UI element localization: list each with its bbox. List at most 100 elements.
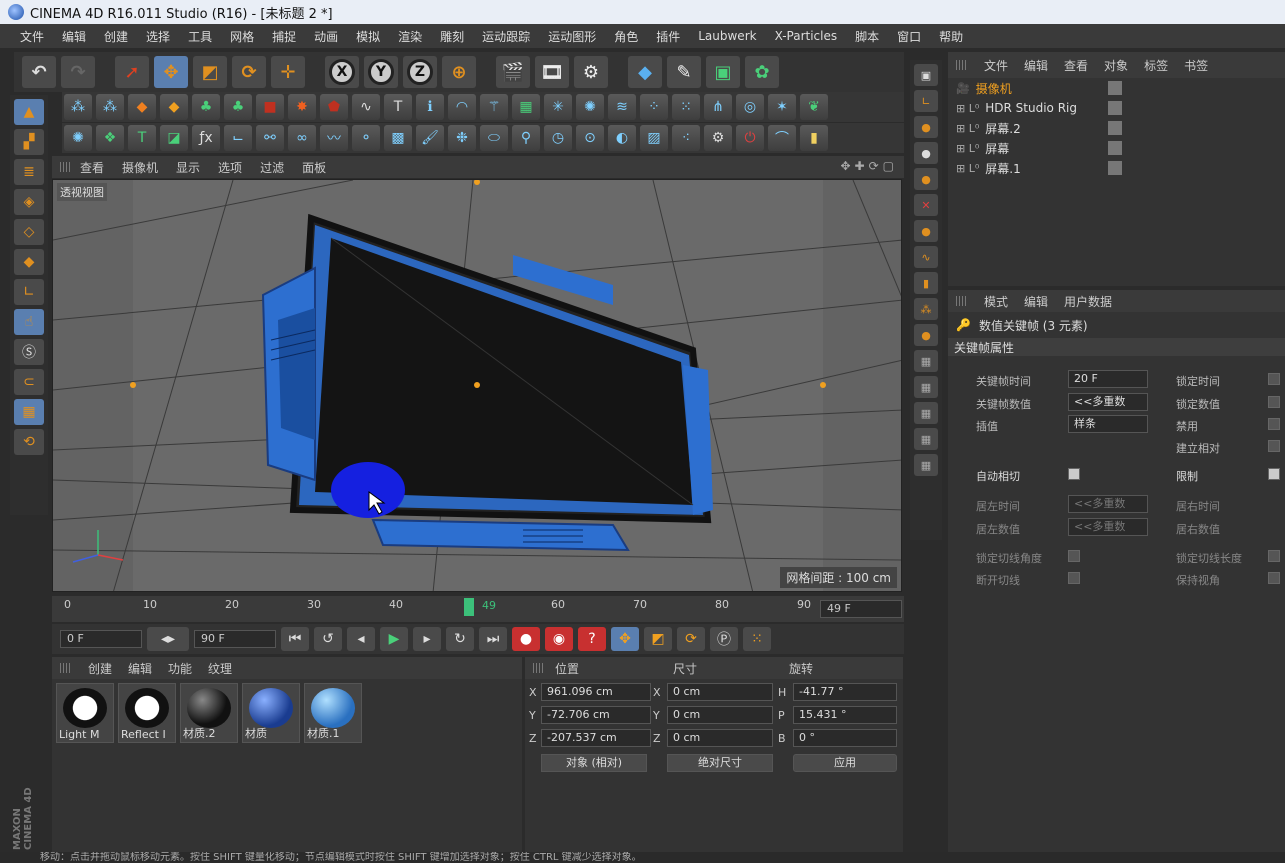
hook-icon[interactable]: ⌒ bbox=[768, 125, 796, 151]
menu-window[interactable]: 窗口 bbox=[897, 28, 921, 45]
object-menu-edit[interactable]: 编辑 bbox=[1024, 57, 1048, 74]
relative-checkbox[interactable] bbox=[1268, 440, 1280, 452]
attribute-menu-userdata[interactable]: 用户数据 bbox=[1064, 293, 1112, 310]
xyz-key-icon[interactable]: ● bbox=[914, 220, 938, 242]
deformer-icon[interactable]: ❖ bbox=[96, 125, 124, 151]
object-row-camera[interactable]: 🎥 摄像机 bbox=[948, 78, 1285, 98]
size-z-field[interactable]: 0 cm bbox=[667, 729, 773, 747]
texture-mode-icon[interactable]: ▞ bbox=[14, 129, 44, 155]
material-menu-edit[interactable]: 编辑 bbox=[128, 660, 152, 677]
material-menu-texture[interactable]: 纹理 bbox=[208, 660, 232, 677]
start-frame-field[interactable]: 0 F bbox=[60, 630, 142, 648]
rotation-p-field[interactable]: 15.431 ° bbox=[793, 706, 897, 724]
current-frame-field[interactable]: 49 F bbox=[820, 600, 902, 618]
hammer-icon[interactable]: T bbox=[384, 94, 412, 120]
rotation-h-field[interactable]: -41.77 ° bbox=[793, 683, 897, 701]
material-swatch[interactable]: 材质 bbox=[242, 683, 300, 743]
coordinate-mode-dropdown[interactable]: 对象 (相对) bbox=[541, 754, 647, 772]
coordinate-system-icon[interactable]: ⊕ bbox=[442, 56, 476, 88]
undo-icon[interactable]: ↶ bbox=[22, 56, 56, 88]
object-menu-tags[interactable]: 标签 bbox=[1144, 57, 1168, 74]
halfmoon-icon[interactable]: ◐ bbox=[608, 125, 636, 151]
y-axis-lock-icon[interactable]: Y bbox=[364, 56, 398, 88]
timeline-playhead[interactable] bbox=[464, 598, 474, 616]
stop-icon[interactable]: ⏻ bbox=[736, 125, 764, 151]
polygons-mode-icon[interactable]: ◆ bbox=[14, 249, 44, 275]
keep-visual-checkbox[interactable] bbox=[1268, 572, 1280, 584]
size-x-field[interactable]: 0 cm bbox=[667, 683, 773, 701]
menu-plugins[interactable]: 插件 bbox=[656, 28, 680, 45]
z-axis-lock-icon[interactable]: Z bbox=[403, 56, 437, 88]
menu-motion-tracking[interactable]: 运动跟踪 bbox=[482, 28, 530, 45]
leaf-icon[interactable]: ❦ bbox=[800, 94, 828, 120]
object-menu-objects[interactable]: 对象 bbox=[1104, 57, 1128, 74]
break-tangent-checkbox[interactable] bbox=[1068, 572, 1080, 584]
planar-workplane-icon[interactable]: ⟲ bbox=[14, 429, 44, 455]
visibility-toggle-icon[interactable] bbox=[1108, 141, 1122, 155]
frame-stepper-icon[interactable]: ◂▸ bbox=[147, 627, 189, 651]
dots-icon[interactable]: ⁙ bbox=[672, 94, 700, 120]
attribute-menu-edit[interactable]: 编辑 bbox=[1024, 293, 1048, 310]
key-pla-icon[interactable]: ⁙ bbox=[743, 627, 771, 651]
autokey-icon[interactable]: ◉ bbox=[545, 627, 573, 651]
render-settings-icon[interactable]: ⚙ bbox=[574, 56, 608, 88]
menu-simulate[interactable]: 模拟 bbox=[356, 28, 380, 45]
grip-handle[interactable] bbox=[60, 663, 72, 673]
size-mode-dropdown[interactable]: 绝对尺寸 bbox=[667, 754, 773, 772]
menu-create[interactable]: 创建 bbox=[104, 28, 128, 45]
menu-file[interactable]: 文件 bbox=[20, 28, 44, 45]
object-row-screen[interactable]: ⊞ L⁰ 屏幕 bbox=[948, 138, 1285, 158]
nodes-icon[interactable]: ⚬ bbox=[352, 125, 380, 151]
layout-icon[interactable]: ▣ bbox=[914, 64, 938, 86]
menu-script[interactable]: 脚本 bbox=[855, 28, 879, 45]
object-row-screen-2[interactable]: ⊞ L⁰ 屏幕.2 bbox=[948, 118, 1285, 138]
sparkle-icon[interactable]: ✳ bbox=[544, 94, 572, 120]
grip-handle[interactable] bbox=[956, 60, 968, 70]
tweak-mode-icon[interactable]: ☝ bbox=[14, 309, 44, 335]
key-icon[interactable]: ✕ bbox=[914, 194, 938, 216]
attribute-menu-mode[interactable]: 模式 bbox=[984, 293, 1008, 310]
position-z-field[interactable]: -207.537 cm bbox=[541, 729, 651, 747]
goto-start-icon[interactable]: ⏮ bbox=[281, 627, 309, 651]
cluster-key-icon[interactable]: ⁂ bbox=[914, 298, 938, 320]
spline-pen-icon[interactable]: ✎ bbox=[667, 56, 701, 88]
lock-tangent-length-checkbox[interactable] bbox=[1268, 550, 1280, 562]
menu-laubwerk[interactable]: Laubwerk bbox=[698, 29, 756, 43]
left-value-field[interactable]: <<多重数 bbox=[1068, 518, 1148, 536]
object-menu-bookmarks[interactable]: 书签 bbox=[1184, 57, 1208, 74]
key-position-icon[interactable]: ✥ bbox=[611, 627, 639, 651]
spline-key-icon[interactable]: ∿ bbox=[914, 246, 938, 268]
key-time-field[interactable]: 20 F bbox=[1068, 370, 1148, 388]
panel-icon[interactable]: ▮ bbox=[800, 125, 828, 151]
particle-group-icon[interactable]: ⁂ bbox=[96, 94, 124, 120]
menu-select[interactable]: 选择 bbox=[146, 28, 170, 45]
material-menu-function[interactable]: 功能 bbox=[168, 660, 192, 677]
viewport-menu-options[interactable]: 选项 bbox=[218, 159, 242, 176]
collision-icon[interactable]: ■ bbox=[256, 94, 284, 120]
lock-time-checkbox[interactable] bbox=[1268, 373, 1280, 385]
cluster-icon[interactable]: ❉ bbox=[448, 125, 476, 151]
menu-help[interactable]: 帮助 bbox=[939, 28, 963, 45]
mute-checkbox[interactable] bbox=[1268, 418, 1280, 430]
viewport-navigation-icons[interactable]: ✥✚⟳▢ bbox=[840, 159, 898, 173]
target-icon[interactable]: ◎ bbox=[736, 94, 764, 120]
shield-icon[interactable]: ⬟ bbox=[320, 94, 348, 120]
render-view-icon[interactable]: 🎬 bbox=[496, 56, 530, 88]
object-menu-view[interactable]: 查看 bbox=[1064, 57, 1088, 74]
menu-mesh[interactable]: 网格 bbox=[230, 28, 254, 45]
menu-snap[interactable]: 捕捉 bbox=[272, 28, 296, 45]
brush-icon[interactable]: 🖌 bbox=[416, 125, 444, 151]
lock-value-checkbox[interactable] bbox=[1268, 396, 1280, 408]
axis-mode-icon[interactable]: ∟ bbox=[14, 279, 44, 305]
material-swatch[interactable]: Reflect I bbox=[118, 683, 176, 743]
dotted-circle-icon[interactable]: ⊙ bbox=[576, 125, 604, 151]
key-icon[interactable]: ● bbox=[914, 168, 938, 190]
particle-emitter-icon[interactable]: ⁂ bbox=[64, 94, 92, 120]
visibility-toggle-icon[interactable] bbox=[1108, 121, 1122, 135]
viewport-menu-filter[interactable]: 过滤 bbox=[260, 159, 284, 176]
menu-x-particles[interactable]: X-Particles bbox=[775, 29, 838, 43]
grip-handle[interactable] bbox=[60, 162, 72, 172]
perspective-viewport[interactable]: 透视视图 网格间距 : 100 cm bbox=[52, 179, 902, 592]
viewport-menu-display[interactable]: 显示 bbox=[176, 159, 200, 176]
mesh-grid-icon[interactable]: ▩ bbox=[384, 125, 412, 151]
